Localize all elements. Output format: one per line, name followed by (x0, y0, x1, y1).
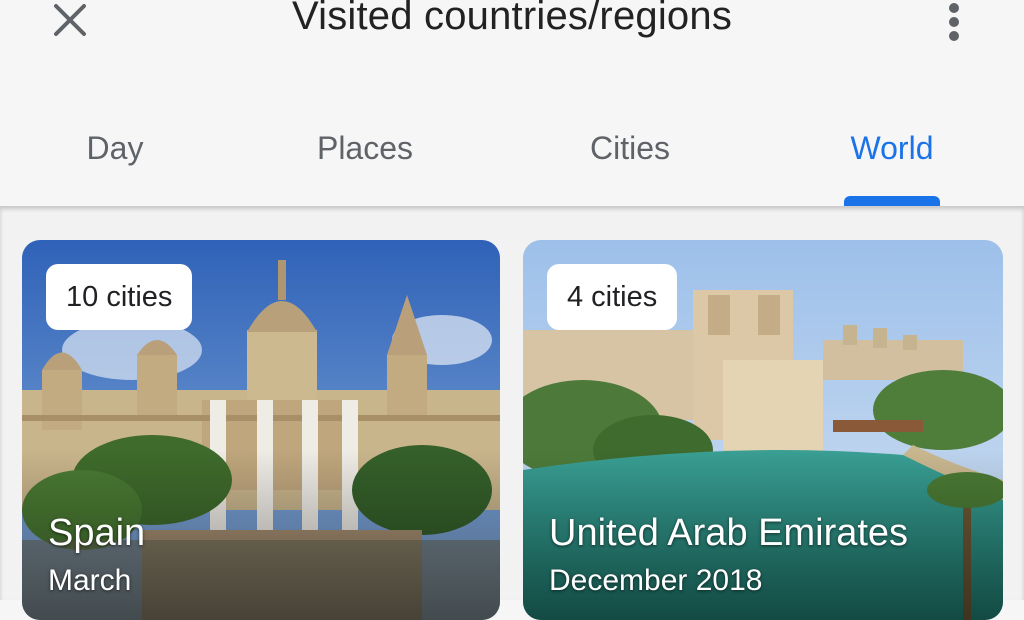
tab-world[interactable]: World (844, 115, 940, 206)
tab-places[interactable]: Places (300, 115, 430, 206)
page-title: Visited countries/regions (291, 0, 733, 38)
tab-day[interactable]: Day (60, 115, 170, 206)
app-bar: Visited countries/regions Day Places Cit… (0, 0, 1024, 206)
visit-date: March (48, 564, 132, 597)
more-options-button[interactable] (936, 0, 972, 44)
city-count-badge: 4 cities (547, 264, 678, 330)
country-list: 10 cities Spain March 4 cities United Ar… (0, 206, 1024, 620)
country-card-spain[interactable]: 10 cities Spain March (22, 240, 500, 620)
country-card-united-arab-emirates[interactable]: 4 cities United Arab Emirates December 2… (523, 240, 1003, 620)
city-count-badge: 10 cities (46, 264, 193, 330)
country-name: Spain (48, 512, 146, 554)
tab-bar: Day Places Cities World (0, 115, 1024, 206)
tab-indicator (844, 196, 940, 206)
tab-label: World (850, 130, 934, 166)
tab-cities[interactable]: Cities (570, 115, 690, 206)
tab-label: Day (86, 130, 144, 166)
visit-date: December 2018 (549, 564, 763, 597)
tab-label: Cities (589, 130, 670, 166)
country-name: United Arab Emirates (549, 512, 909, 554)
tab-label: Places (316, 130, 414, 166)
more-vert-icon (949, 3, 959, 41)
